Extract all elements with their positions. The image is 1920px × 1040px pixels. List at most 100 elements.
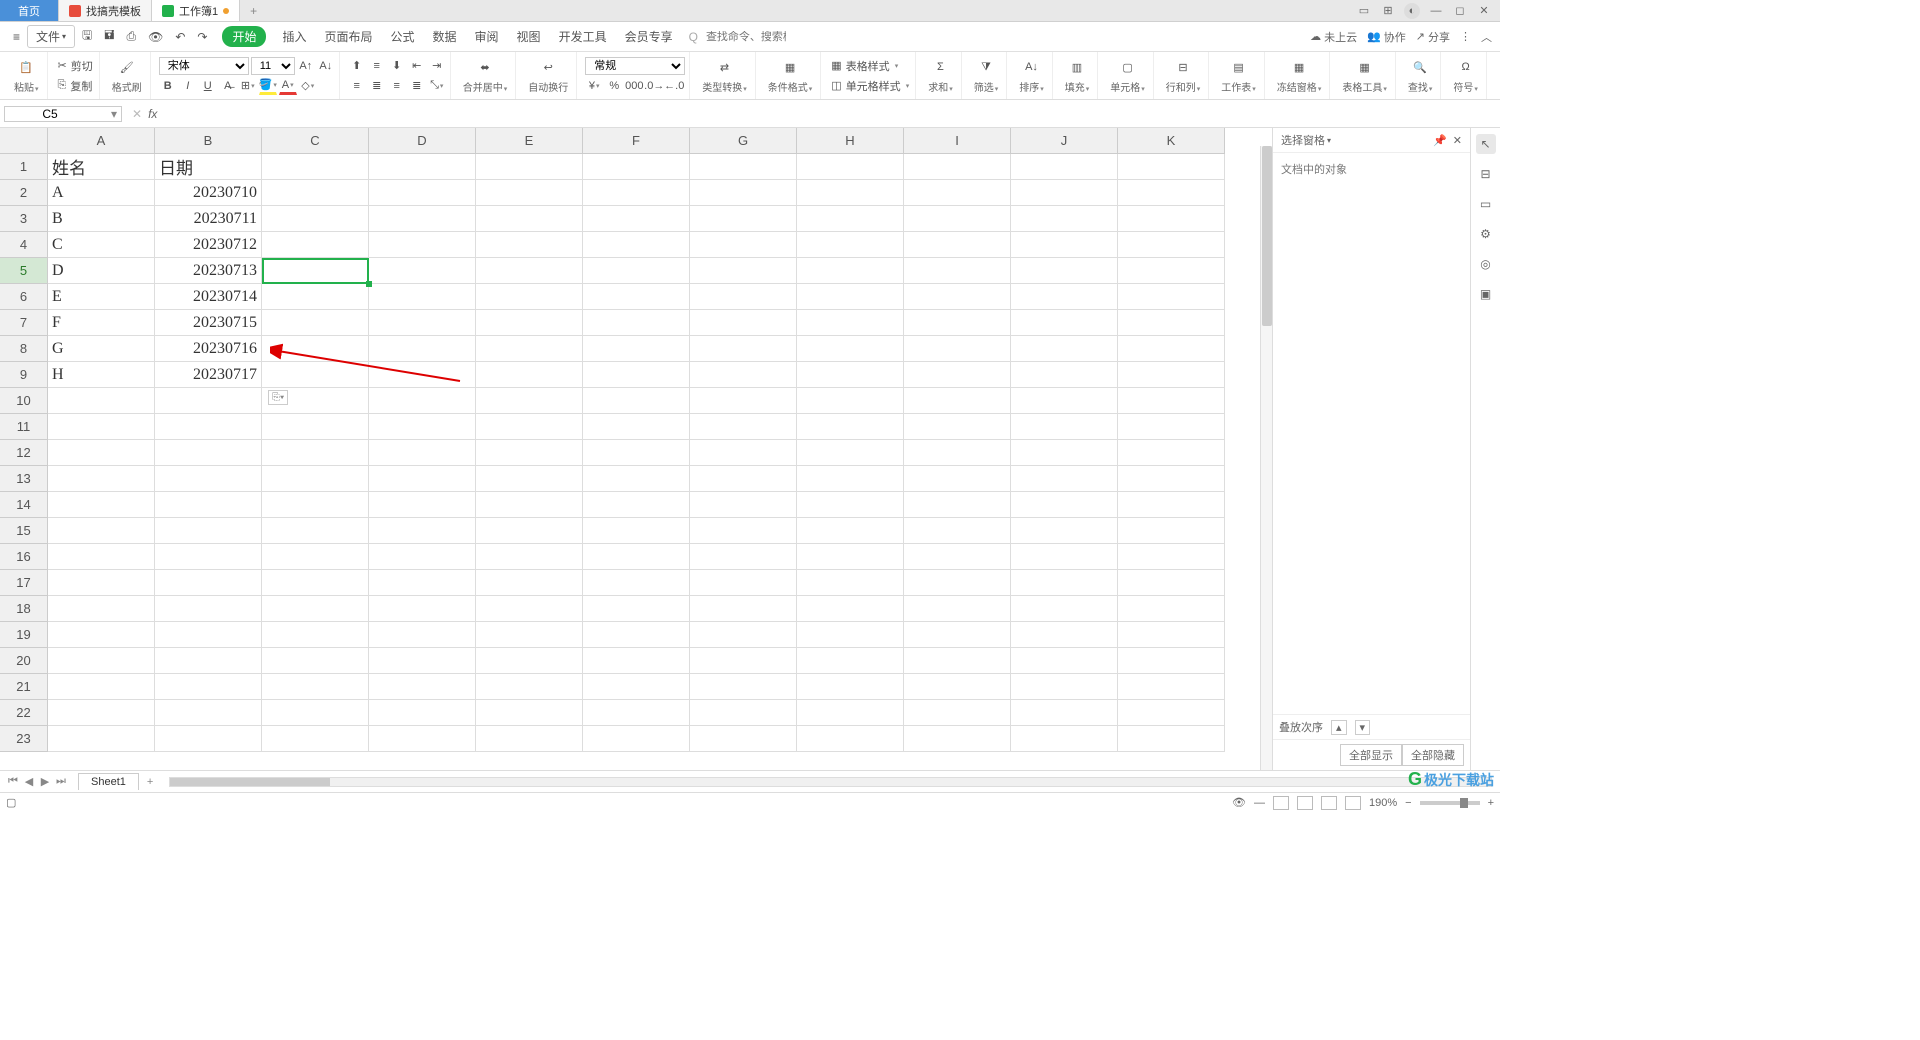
cell-K15[interactable] <box>1118 518 1225 544</box>
show-all-button[interactable]: 全部显示 <box>1340 744 1402 766</box>
cell-B20[interactable] <box>155 648 262 674</box>
cell-E7[interactable] <box>476 310 583 336</box>
cell-C1[interactable] <box>262 154 369 180</box>
apps-icon[interactable]: ⊞ <box>1380 3 1396 19</box>
menu-tab-view[interactable]: 视图 <box>515 26 543 47</box>
cell-A22[interactable] <box>48 700 155 726</box>
view-page-icon[interactable] <box>1297 796 1313 810</box>
user-icon[interactable]: ◐ <box>1404 3 1420 19</box>
cell-E23[interactable] <box>476 726 583 752</box>
cell-G23[interactable] <box>690 726 797 752</box>
cell-H3[interactable] <box>797 206 904 232</box>
cell-B13[interactable] <box>155 466 262 492</box>
column-header[interactable]: G <box>690 128 797 154</box>
column-header[interactable]: A <box>48 128 155 154</box>
filter-button[interactable]: ⧩筛选 <box>970 57 1003 94</box>
row-header[interactable]: 10 <box>0 388 48 414</box>
cell-A5[interactable]: D <box>48 258 155 284</box>
strike-icon[interactable]: A̶ <box>219 77 237 95</box>
cell-E6[interactable] <box>476 284 583 310</box>
align-justify-icon[interactable]: ≣ <box>408 77 426 95</box>
cell-J12[interactable] <box>1011 440 1118 466</box>
cell-I16[interactable] <box>904 544 1011 570</box>
undo-icon[interactable]: ↶ <box>170 27 190 47</box>
cell-H13[interactable] <box>797 466 904 492</box>
tool-icon-5[interactable]: ▣ <box>1476 284 1496 304</box>
dec-inc-icon[interactable]: .0→ <box>645 77 663 95</box>
cell-D23[interactable] <box>369 726 476 752</box>
cell-G3[interactable] <box>690 206 797 232</box>
cell-F3[interactable] <box>583 206 690 232</box>
cell-A19[interactable] <box>48 622 155 648</box>
font-shrink-icon[interactable]: A↓ <box>317 57 335 75</box>
vertical-scrollbar[interactable] <box>1260 146 1272 770</box>
cell-B19[interactable] <box>155 622 262 648</box>
row-header[interactable]: 1 <box>0 154 48 180</box>
cell-F16[interactable] <box>583 544 690 570</box>
cell-D19[interactable] <box>369 622 476 648</box>
cell-C6[interactable] <box>262 284 369 310</box>
cell-I4[interactable] <box>904 232 1011 258</box>
align-right-icon[interactable]: ≡ <box>388 77 406 95</box>
cell-G6[interactable] <box>690 284 797 310</box>
cell-C11[interactable] <box>262 414 369 440</box>
cell-I11[interactable] <box>904 414 1011 440</box>
zoom-slider[interactable] <box>1420 801 1480 805</box>
cell-J19[interactable] <box>1011 622 1118 648</box>
cell-D14[interactable] <box>369 492 476 518</box>
menu-tab-start[interactable]: 开始 <box>222 26 266 47</box>
cell-J6[interactable] <box>1011 284 1118 310</box>
tool-icon-3[interactable]: ⚙ <box>1476 224 1496 244</box>
row-header[interactable]: 19 <box>0 622 48 648</box>
cell-K10[interactable] <box>1118 388 1225 414</box>
cell-H10[interactable] <box>797 388 904 414</box>
cell-D16[interactable] <box>369 544 476 570</box>
font-color-icon[interactable]: A <box>279 77 297 95</box>
cell-A14[interactable] <box>48 492 155 518</box>
cell-B17[interactable] <box>155 570 262 596</box>
menu-tab-formula[interactable]: 公式 <box>389 26 417 47</box>
cell-D22[interactable] <box>369 700 476 726</box>
cell-D17[interactable] <box>369 570 476 596</box>
cond-format-button[interactable]: ▦条件格式 <box>764 57 817 94</box>
row-header[interactable]: 21 <box>0 674 48 700</box>
cell-E5[interactable] <box>476 258 583 284</box>
cell-F7[interactable] <box>583 310 690 336</box>
cell-A3[interactable]: B <box>48 206 155 232</box>
cell-A4[interactable]: C <box>48 232 155 258</box>
close-icon[interactable]: ✕ <box>1476 3 1492 19</box>
print-icon[interactable]: ⎙ <box>121 26 141 47</box>
orientation-icon[interactable]: ⤡ <box>428 77 446 95</box>
view-read-icon[interactable] <box>1345 796 1361 810</box>
align-center-icon[interactable]: ≣ <box>368 77 386 95</box>
column-header[interactable]: I <box>904 128 1011 154</box>
cell-I6[interactable] <box>904 284 1011 310</box>
cell-B5[interactable]: 20230713 <box>155 258 262 284</box>
cell-B6[interactable]: 20230714 <box>155 284 262 310</box>
menu-file[interactable]: 文件 ▾ <box>27 25 75 48</box>
cell-E18[interactable] <box>476 596 583 622</box>
maximize-icon[interactable]: ◻ <box>1452 3 1468 19</box>
cell-K1[interactable] <box>1118 154 1225 180</box>
cell-B2[interactable]: 20230710 <box>155 180 262 206</box>
view-normal-icon[interactable] <box>1273 796 1289 810</box>
cell-K16[interactable] <box>1118 544 1225 570</box>
cell-D2[interactable] <box>369 180 476 206</box>
name-box-input[interactable] <box>5 107 95 121</box>
find-button[interactable]: 🔍查找 <box>1404 57 1437 94</box>
menu-tab-insert[interactable]: 插入 <box>280 26 308 47</box>
cell-F13[interactable] <box>583 466 690 492</box>
cell-H8[interactable] <box>797 336 904 362</box>
cell-J17[interactable] <box>1011 570 1118 596</box>
cell-C9[interactable] <box>262 362 369 388</box>
sum-button[interactable]: Σ求和 <box>924 57 957 94</box>
cell-B3[interactable]: 20230711 <box>155 206 262 232</box>
cell-G18[interactable] <box>690 596 797 622</box>
cell-D12[interactable] <box>369 440 476 466</box>
cell-B12[interactable] <box>155 440 262 466</box>
eye-icon[interactable]: 👁 <box>1232 796 1246 809</box>
cell-D9[interactable] <box>369 362 476 388</box>
cell-C4[interactable] <box>262 232 369 258</box>
cell-H5[interactable] <box>797 258 904 284</box>
formula-input[interactable] <box>163 107 1494 121</box>
